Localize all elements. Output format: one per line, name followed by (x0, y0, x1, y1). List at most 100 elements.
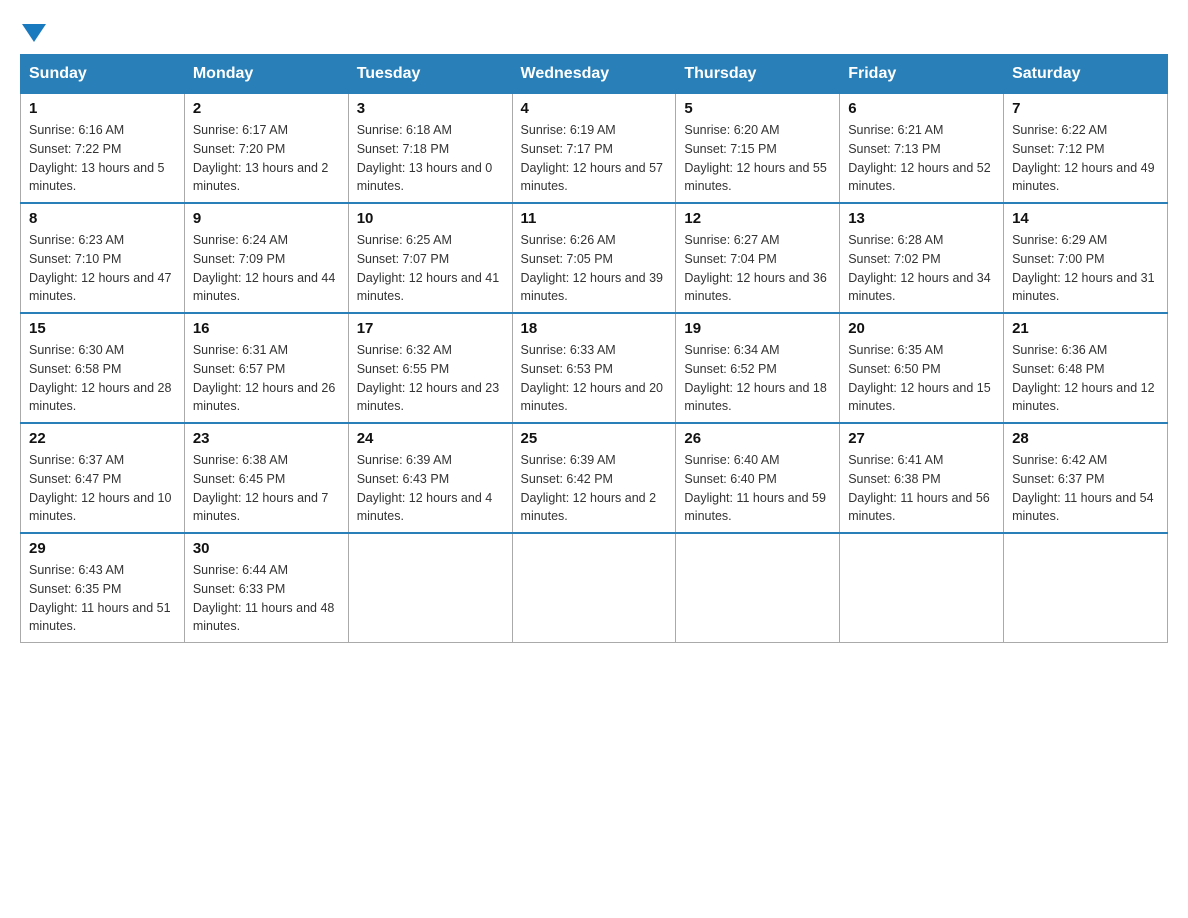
day-number: 20 (848, 320, 995, 337)
day-number: 19 (684, 320, 831, 337)
day-info: Sunrise: 6:30 AMSunset: 6:58 PMDaylight:… (29, 341, 176, 416)
calendar-cell: 8 Sunrise: 6:23 AMSunset: 7:10 PMDayligh… (21, 203, 185, 313)
day-info: Sunrise: 6:18 AMSunset: 7:18 PMDaylight:… (357, 121, 504, 196)
day-info: Sunrise: 6:20 AMSunset: 7:15 PMDaylight:… (684, 121, 831, 196)
calendar-cell: 22 Sunrise: 6:37 AMSunset: 6:47 PMDaylig… (21, 423, 185, 533)
calendar-cell: 23 Sunrise: 6:38 AMSunset: 6:45 PMDaylig… (184, 423, 348, 533)
day-number: 2 (193, 100, 340, 117)
page-header (20, 20, 1168, 34)
calendar-cell: 16 Sunrise: 6:31 AMSunset: 6:57 PMDaylig… (184, 313, 348, 423)
day-info: Sunrise: 6:36 AMSunset: 6:48 PMDaylight:… (1012, 341, 1159, 416)
calendar-cell: 29 Sunrise: 6:43 AMSunset: 6:35 PMDaylig… (21, 533, 185, 643)
calendar-header-monday: Monday (184, 55, 348, 94)
day-number: 4 (521, 100, 668, 117)
calendar-cell: 9 Sunrise: 6:24 AMSunset: 7:09 PMDayligh… (184, 203, 348, 313)
day-number: 15 (29, 320, 176, 337)
day-info: Sunrise: 6:31 AMSunset: 6:57 PMDaylight:… (193, 341, 340, 416)
day-number: 21 (1012, 320, 1159, 337)
day-info: Sunrise: 6:41 AMSunset: 6:38 PMDaylight:… (848, 451, 995, 526)
day-number: 11 (521, 210, 668, 227)
day-number: 16 (193, 320, 340, 337)
day-info: Sunrise: 6:34 AMSunset: 6:52 PMDaylight:… (684, 341, 831, 416)
calendar-cell: 19 Sunrise: 6:34 AMSunset: 6:52 PMDaylig… (676, 313, 840, 423)
day-number: 25 (521, 430, 668, 447)
calendar-table: SundayMondayTuesdayWednesdayThursdayFrid… (20, 54, 1168, 643)
calendar-header-wednesday: Wednesday (512, 55, 676, 94)
day-info: Sunrise: 6:32 AMSunset: 6:55 PMDaylight:… (357, 341, 504, 416)
calendar-week-4: 22 Sunrise: 6:37 AMSunset: 6:47 PMDaylig… (21, 423, 1168, 533)
day-info: Sunrise: 6:37 AMSunset: 6:47 PMDaylight:… (29, 451, 176, 526)
calendar-cell: 14 Sunrise: 6:29 AMSunset: 7:00 PMDaylig… (1004, 203, 1168, 313)
day-info: Sunrise: 6:39 AMSunset: 6:42 PMDaylight:… (521, 451, 668, 526)
calendar-cell: 6 Sunrise: 6:21 AMSunset: 7:13 PMDayligh… (840, 94, 1004, 204)
day-number: 6 (848, 100, 995, 117)
day-number: 28 (1012, 430, 1159, 447)
day-number: 12 (684, 210, 831, 227)
calendar-week-1: 1 Sunrise: 6:16 AMSunset: 7:22 PMDayligh… (21, 94, 1168, 204)
day-number: 26 (684, 430, 831, 447)
calendar-cell: 11 Sunrise: 6:26 AMSunset: 7:05 PMDaylig… (512, 203, 676, 313)
calendar-cell: 18 Sunrise: 6:33 AMSunset: 6:53 PMDaylig… (512, 313, 676, 423)
calendar-header-tuesday: Tuesday (348, 55, 512, 94)
day-info: Sunrise: 6:39 AMSunset: 6:43 PMDaylight:… (357, 451, 504, 526)
calendar-cell: 26 Sunrise: 6:40 AMSunset: 6:40 PMDaylig… (676, 423, 840, 533)
calendar-cell: 25 Sunrise: 6:39 AMSunset: 6:42 PMDaylig… (512, 423, 676, 533)
day-info: Sunrise: 6:38 AMSunset: 6:45 PMDaylight:… (193, 451, 340, 526)
day-number: 17 (357, 320, 504, 337)
calendar-cell: 7 Sunrise: 6:22 AMSunset: 7:12 PMDayligh… (1004, 94, 1168, 204)
day-number: 23 (193, 430, 340, 447)
calendar-header-sunday: Sunday (21, 55, 185, 94)
day-info: Sunrise: 6:40 AMSunset: 6:40 PMDaylight:… (684, 451, 831, 526)
calendar-cell: 30 Sunrise: 6:44 AMSunset: 6:33 PMDaylig… (184, 533, 348, 643)
calendar-cell: 27 Sunrise: 6:41 AMSunset: 6:38 PMDaylig… (840, 423, 1004, 533)
day-info: Sunrise: 6:42 AMSunset: 6:37 PMDaylight:… (1012, 451, 1159, 526)
day-info: Sunrise: 6:22 AMSunset: 7:12 PMDaylight:… (1012, 121, 1159, 196)
calendar-cell: 17 Sunrise: 6:32 AMSunset: 6:55 PMDaylig… (348, 313, 512, 423)
logo-arrow-icon (22, 24, 46, 42)
calendar-cell: 2 Sunrise: 6:17 AMSunset: 7:20 PMDayligh… (184, 94, 348, 204)
calendar-cell (348, 533, 512, 643)
calendar-cell (512, 533, 676, 643)
logo (20, 20, 46, 34)
calendar-cell: 4 Sunrise: 6:19 AMSunset: 7:17 PMDayligh… (512, 94, 676, 204)
day-info: Sunrise: 6:28 AMSunset: 7:02 PMDaylight:… (848, 231, 995, 306)
day-number: 18 (521, 320, 668, 337)
day-info: Sunrise: 6:27 AMSunset: 7:04 PMDaylight:… (684, 231, 831, 306)
calendar-cell: 12 Sunrise: 6:27 AMSunset: 7:04 PMDaylig… (676, 203, 840, 313)
calendar-cell: 5 Sunrise: 6:20 AMSunset: 7:15 PMDayligh… (676, 94, 840, 204)
day-info: Sunrise: 6:16 AMSunset: 7:22 PMDaylight:… (29, 121, 176, 196)
day-info: Sunrise: 6:35 AMSunset: 6:50 PMDaylight:… (848, 341, 995, 416)
calendar-cell: 13 Sunrise: 6:28 AMSunset: 7:02 PMDaylig… (840, 203, 1004, 313)
calendar-cell (676, 533, 840, 643)
day-number: 22 (29, 430, 176, 447)
calendar-cell: 3 Sunrise: 6:18 AMSunset: 7:18 PMDayligh… (348, 94, 512, 204)
day-info: Sunrise: 6:44 AMSunset: 6:33 PMDaylight:… (193, 561, 340, 636)
calendar-cell: 20 Sunrise: 6:35 AMSunset: 6:50 PMDaylig… (840, 313, 1004, 423)
calendar-week-2: 8 Sunrise: 6:23 AMSunset: 7:10 PMDayligh… (21, 203, 1168, 313)
day-number: 29 (29, 540, 176, 557)
calendar-cell: 21 Sunrise: 6:36 AMSunset: 6:48 PMDaylig… (1004, 313, 1168, 423)
day-info: Sunrise: 6:23 AMSunset: 7:10 PMDaylight:… (29, 231, 176, 306)
day-number: 3 (357, 100, 504, 117)
calendar-cell: 15 Sunrise: 6:30 AMSunset: 6:58 PMDaylig… (21, 313, 185, 423)
day-number: 14 (1012, 210, 1159, 227)
calendar-header-row: SundayMondayTuesdayWednesdayThursdayFrid… (21, 55, 1168, 94)
calendar-cell: 28 Sunrise: 6:42 AMSunset: 6:37 PMDaylig… (1004, 423, 1168, 533)
calendar-header-friday: Friday (840, 55, 1004, 94)
calendar-cell: 24 Sunrise: 6:39 AMSunset: 6:43 PMDaylig… (348, 423, 512, 533)
day-info: Sunrise: 6:26 AMSunset: 7:05 PMDaylight:… (521, 231, 668, 306)
day-info: Sunrise: 6:21 AMSunset: 7:13 PMDaylight:… (848, 121, 995, 196)
calendar-cell: 1 Sunrise: 6:16 AMSunset: 7:22 PMDayligh… (21, 94, 185, 204)
day-info: Sunrise: 6:19 AMSunset: 7:17 PMDaylight:… (521, 121, 668, 196)
day-number: 10 (357, 210, 504, 227)
day-info: Sunrise: 6:29 AMSunset: 7:00 PMDaylight:… (1012, 231, 1159, 306)
calendar-cell (1004, 533, 1168, 643)
calendar-week-5: 29 Sunrise: 6:43 AMSunset: 6:35 PMDaylig… (21, 533, 1168, 643)
day-info: Sunrise: 6:24 AMSunset: 7:09 PMDaylight:… (193, 231, 340, 306)
day-number: 8 (29, 210, 176, 227)
day-number: 7 (1012, 100, 1159, 117)
day-number: 1 (29, 100, 176, 117)
calendar-header-saturday: Saturday (1004, 55, 1168, 94)
day-info: Sunrise: 6:25 AMSunset: 7:07 PMDaylight:… (357, 231, 504, 306)
day-number: 30 (193, 540, 340, 557)
